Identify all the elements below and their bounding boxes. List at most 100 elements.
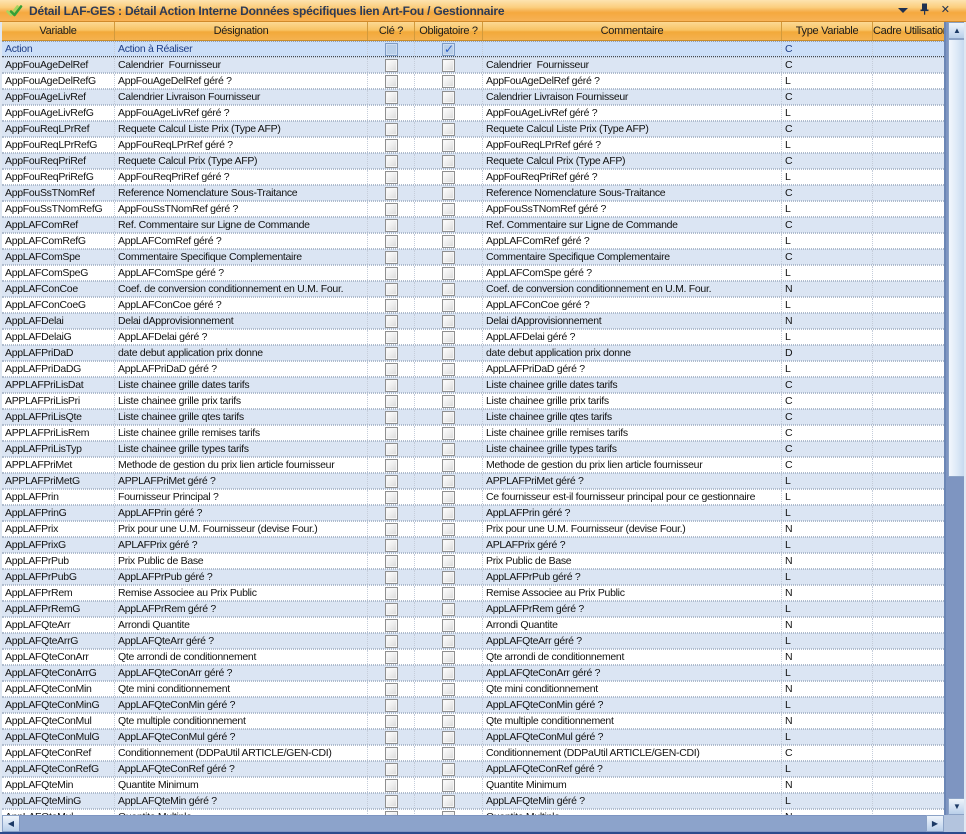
table-row[interactable]: AppFouReqLPrRefRequete Calcul Liste Prix… [2,121,944,137]
cle-checkbox[interactable] [385,779,398,792]
table-row[interactable]: AppLAFPriLisQteListe chainee grille qtes… [2,409,944,425]
obligatoire-checkbox[interactable] [442,347,455,360]
table-row[interactable]: AppLAFQteArrGAppLAFQteArr géré ?AppLAFQt… [2,633,944,649]
table-row[interactable]: AppFouSsTNomRefReference Nomenclature So… [2,185,944,201]
table-row[interactable]: AppLAFPriLisTypListe chainee grille type… [2,441,944,457]
cle-checkbox[interactable] [385,459,398,472]
column-header-cadre-utilisation[interactable]: Cadre Utilisation [873,22,944,40]
table-row[interactable]: AppFouSsTNomRefGAppFouSsTNomRef géré ?Ap… [2,201,944,217]
obligatoire-checkbox[interactable] [442,555,455,568]
cle-checkbox[interactable] [385,523,398,536]
column-header-designation[interactable]: Désignation [115,22,368,40]
table-row[interactable]: AppLAFComRefGAppLAFComRef géré ?AppLAFCo… [2,233,944,249]
cle-checkbox[interactable] [385,731,398,744]
cle-checkbox[interactable] [385,43,398,56]
obligatoire-checkbox[interactable] [442,203,455,216]
cle-checkbox[interactable] [385,139,398,152]
column-header-commentaire[interactable]: Commentaire [483,22,782,40]
column-header-variable[interactable]: Variable [2,22,115,40]
table-row[interactable]: AppLAFQteConRefConditionnement (DDPaUtil… [2,745,944,761]
cle-checkbox[interactable] [385,683,398,696]
table-row[interactable]: AppLAFQteMinGAppLAFQteMin géré ?AppLAFQt… [2,793,944,809]
obligatoire-checkbox[interactable] [442,155,455,168]
obligatoire-checkbox[interactable] [442,523,455,536]
table-row[interactable]: AppLAFQteConArrQte arrondi de conditionn… [2,649,944,665]
obligatoire-checkbox[interactable] [442,235,455,248]
obligatoire-checkbox[interactable] [442,571,455,584]
obligatoire-checkbox[interactable] [442,539,455,552]
cle-checkbox[interactable] [385,651,398,664]
obligatoire-checkbox[interactable] [442,795,455,808]
obligatoire-checkbox[interactable] [442,635,455,648]
table-row[interactable]: AppLAFPrixGAPLAFPrix géré ?APLAFPrix gér… [2,537,944,553]
cle-checkbox[interactable] [385,795,398,808]
table-row[interactable]: AppLAFPrPubPrix Public de BasePrix Publi… [2,553,944,569]
obligatoire-checkbox[interactable] [442,251,455,264]
obligatoire-checkbox[interactable] [442,331,455,344]
cle-checkbox[interactable] [385,475,398,488]
cle-checkbox[interactable] [385,539,398,552]
obligatoire-checkbox[interactable] [442,491,455,504]
table-row[interactable]: APPLAFPriLisRemListe chainee grille remi… [2,425,944,441]
obligatoire-checkbox[interactable] [442,715,455,728]
obligatoire-checkbox[interactable] [442,699,455,712]
vertical-scrollbar[interactable]: ▲ ▼ [944,22,966,815]
cle-checkbox[interactable] [385,251,398,264]
table-row[interactable]: AppLAFQteConArrGAppLAFQteConArr géré ?Ap… [2,665,944,681]
obligatoire-checkbox[interactable] [442,187,455,200]
cle-checkbox[interactable] [385,299,398,312]
cle-checkbox[interactable] [385,267,398,280]
table-row[interactable]: AppFouReqPriRefGAppFouReqPriRef géré ?Ap… [2,169,944,185]
obligatoire-checkbox[interactable] [442,651,455,664]
cle-checkbox[interactable] [385,699,398,712]
cle-checkbox[interactable] [385,123,398,136]
table-row[interactable]: AppLAFComRefRef. Commentaire sur Ligne d… [2,217,944,233]
table-row[interactable]: APPLAFPriMetGAPPLAFPriMet géré ?APPLAFPr… [2,473,944,489]
column-header-obligatoire[interactable]: Obligatoire ? [415,22,483,40]
column-header-type-variable[interactable]: Type Variable [782,22,873,40]
table-row[interactable]: APPLAFPriLisPriListe chainee grille prix… [2,393,944,409]
table-row[interactable]: AppLAFPriDaDGAppLAFPriDaD géré ?AppLAFPr… [2,361,944,377]
cle-checkbox[interactable] [385,235,398,248]
obligatoire-checkbox[interactable] [442,171,455,184]
close-icon[interactable]: ✕ [941,5,950,16]
horizontal-scrollbar[interactable]: ◀ ▶ [2,815,944,832]
table-row[interactable]: AppLAFComSpeCommentaire Specifique Compl… [2,249,944,265]
obligatoire-checkbox[interactable] [442,299,455,312]
obligatoire-checkbox[interactable] [442,763,455,776]
cle-checkbox[interactable] [385,379,398,392]
obligatoire-checkbox[interactable] [442,267,455,280]
cle-checkbox[interactable] [385,171,398,184]
obligatoire-checkbox[interactable] [442,411,455,424]
pin-icon[interactable] [919,3,930,18]
table-row[interactable]: AppLAFPriDaDdate debut application prix … [2,345,944,361]
table-row[interactable]: AppLAFQteConRefGAppLAFQteConRef géré ?Ap… [2,761,944,777]
cle-checkbox[interactable] [385,587,398,600]
horizontal-scroll-thumb[interactable] [19,815,927,832]
table-row[interactable]: AppFouAgeDelRefCalendrier FournisseurCal… [2,57,944,73]
obligatoire-checkbox[interactable] [442,443,455,456]
cle-checkbox[interactable] [385,763,398,776]
cle-checkbox[interactable] [385,315,398,328]
table-row[interactable]: AppFouAgeLivRefGAppFouAgeLivRef géré ?Ap… [2,105,944,121]
obligatoire-checkbox[interactable] [442,139,455,152]
table-row[interactable]: AppLAFDelaiGAppLAFDelai géré ?AppLAFDela… [2,329,944,345]
table-row[interactable]: AppLAFPrinFournisseur Principal ?Ce four… [2,489,944,505]
cle-checkbox[interactable] [385,491,398,504]
table-row[interactable]: AppLAFQteConMulQte multiple conditionnem… [2,713,944,729]
table-row[interactable]: AppFouReqPriRefRequete Calcul Prix (Type… [2,153,944,169]
table-row[interactable]: ActionAction à RéaliserC [2,41,944,57]
cle-checkbox[interactable] [385,411,398,424]
cle-checkbox[interactable] [385,603,398,616]
obligatoire-checkbox[interactable] [442,683,455,696]
cle-checkbox[interactable] [385,747,398,760]
cle-checkbox[interactable] [385,91,398,104]
cle-checkbox[interactable] [385,619,398,632]
table-row[interactable]: AppLAFDelaiDelai dApprovisionnementDelai… [2,313,944,329]
cle-checkbox[interactable] [385,59,398,72]
cle-checkbox[interactable] [385,443,398,456]
cle-checkbox[interactable] [385,107,398,120]
obligatoire-checkbox[interactable] [442,315,455,328]
cle-checkbox[interactable] [385,507,398,520]
cle-checkbox[interactable] [385,219,398,232]
